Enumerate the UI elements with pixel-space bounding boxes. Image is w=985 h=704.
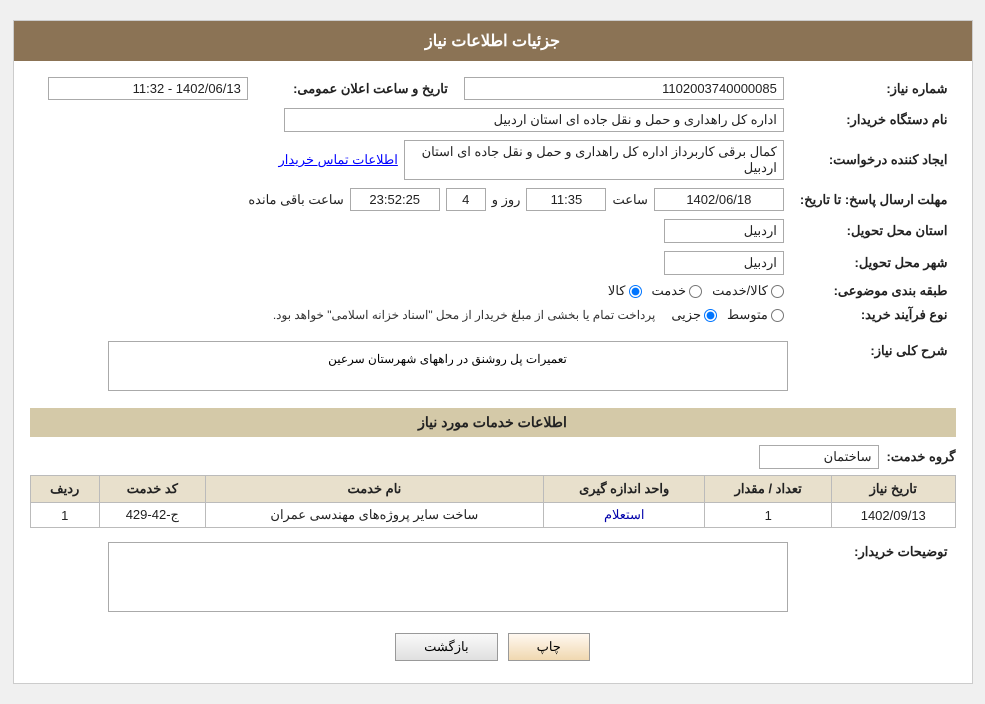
cell-kod-khedmat: ج-42-429	[99, 503, 205, 528]
toseeh-kharidar-label: توضیحات خریدار:	[796, 538, 956, 619]
print-button[interactable]: چاپ	[508, 633, 590, 661]
sharh-kolli-label: شرح کلی نیاز:	[796, 337, 956, 398]
radio-kala[interactable]: کالا	[608, 283, 642, 299]
radio-khedmat-label: خدمت	[652, 283, 687, 299]
shomara-niaz-value: 1102003740000085	[464, 77, 784, 100]
ettelaat-khedamat-header: اطلاعات خدمات مورد نیاز	[30, 408, 956, 437]
nam-dastgah-label: نام دستگاه خریدار:	[792, 104, 956, 136]
ijad-konande-label: ایجاد کننده درخواست:	[792, 136, 956, 184]
shahr-tahvil-label: شهر محل تحویل:	[792, 247, 956, 279]
radio-kala-khedmat-label: کالا/خدمت	[712, 283, 768, 299]
col-tedad: تعداد / مقدار	[705, 476, 832, 503]
radio-jozi[interactable]: جزیی	[671, 307, 717, 323]
saat-baqi-value: 23:52:25	[350, 188, 440, 211]
radio-kala-khedmat-input[interactable]	[771, 285, 784, 298]
sharh-kolli-textarea[interactable]	[108, 341, 788, 391]
col-name-khedmat: نام خدمت	[205, 476, 543, 503]
nooe-farayand-label: نوع فرآیند خرید:	[792, 303, 956, 327]
cell-radif: 1	[30, 503, 99, 528]
radio-khedmat-input[interactable]	[689, 285, 702, 298]
saat-label: ساعت	[612, 192, 647, 208]
radio-jozi-label: جزیی	[671, 307, 701, 323]
radio-motavasset-label: متوسط	[727, 307, 768, 323]
shomara-niaz-label: شماره نیاز:	[792, 73, 956, 104]
grooh-khedmat-value: ساختمان	[759, 445, 879, 469]
saat-mohlat-value: 11:35	[526, 188, 606, 211]
cell-vahed: استعلام	[544, 503, 705, 528]
toseeh-kharidar-textarea[interactable]	[108, 542, 788, 612]
cell-name-khedmat: ساخت سایر پروژه‌های مهندسی عمران	[205, 503, 543, 528]
radio-motavasset-input[interactable]	[771, 309, 784, 322]
col-vahed: واحد اندازه گیری	[544, 476, 705, 503]
back-button[interactable]: بازگشت	[395, 633, 497, 661]
tarikh-mohlat-value: 1402/06/18	[654, 188, 784, 211]
ostan-tahvil-label: استان محل تحویل:	[792, 215, 956, 247]
ijad-konande-value: کمال برقی کاربرداز اداره کل راهداری و حم…	[404, 140, 784, 180]
tarikh-saat-label: تاریخ و ساعت اعلان عمومی:	[256, 73, 456, 104]
roz-value: 4	[446, 188, 486, 211]
radio-jozi-input[interactable]	[704, 309, 717, 322]
cell-tarikh-niaz: 1402/09/13	[832, 503, 955, 528]
radio-motavasset[interactable]: متوسط	[727, 307, 784, 323]
nam-dastgah-value: اداره کل راهداری و حمل و نقل جاده ای است…	[284, 108, 784, 132]
page-title: جزئیات اطلاعات نیاز	[14, 21, 972, 61]
col-kod-khedmat: کد خدمت	[99, 476, 205, 503]
ostan-tahvil-value: اردبیل	[664, 219, 784, 243]
tarikh-saat-value: 1402/06/13 - 11:32	[48, 77, 248, 100]
ettelaat-tamas-link[interactable]: اطلاعات تماس خریدار	[278, 152, 397, 168]
table-row: 1402/09/13 1 استعلام ساخت سایر پروژه‌های…	[30, 503, 955, 528]
radio-khedmat[interactable]: خدمت	[652, 283, 703, 299]
tabaqe-label: طبقه بندی موضوعی:	[792, 279, 956, 303]
radio-kala-label: کالا	[608, 283, 626, 299]
radio-kala-khedmat[interactable]: کالا/خدمت	[712, 283, 784, 299]
grooh-khedmat-label: گروه خدمت:	[887, 449, 956, 465]
roz-label: روز و	[492, 192, 521, 208]
note-farayand: پرداخت تمام یا بخشی از مبلغ خریدار از مح…	[273, 308, 656, 322]
radio-kala-input[interactable]	[629, 285, 642, 298]
col-tarikh-niaz: تاریخ نیاز	[832, 476, 955, 503]
shahr-tahvil-value: اردبیل	[664, 251, 784, 275]
cell-tedad: 1	[705, 503, 832, 528]
mohlat-ersal-label: مهلت ارسال پاسخ: تا تاریخ:	[792, 184, 956, 215]
saat-baqi-label: ساعت باقی مانده	[248, 192, 343, 208]
col-radif: ردیف	[30, 476, 99, 503]
